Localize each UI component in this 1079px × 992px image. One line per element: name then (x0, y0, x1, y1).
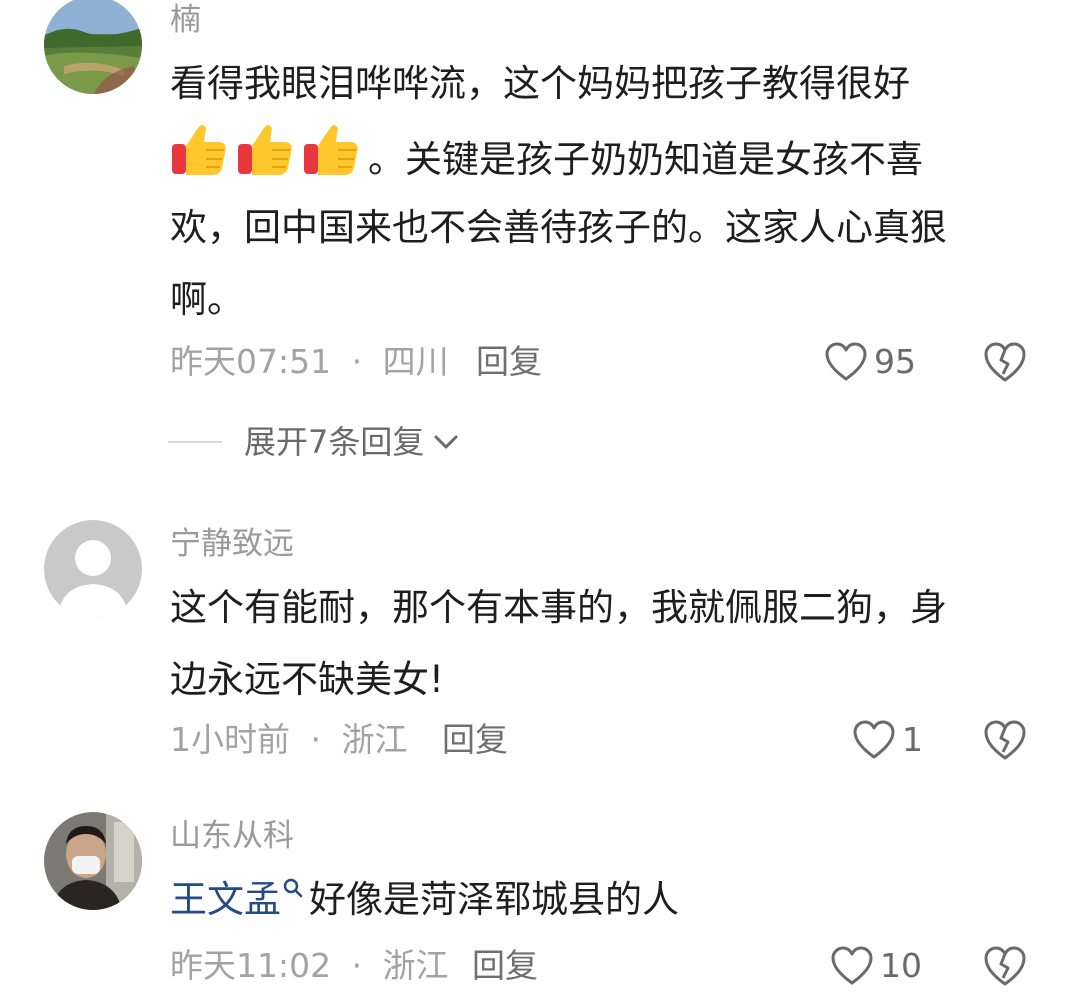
comment-item: 楠 看得我眼泪哗哗流，这个妈妈把孩子教得很好 。关键是孩子奶奶知道是女孩不喜 欢… (0, 0, 1079, 480)
like-button[interactable]: 1 (852, 718, 923, 762)
dislike-button[interactable] (982, 944, 1028, 988)
comment-username[interactable]: 宁静致远 (170, 524, 294, 564)
like-button[interactable]: 95 (824, 340, 916, 384)
comment-item: 宁静致远 这个有能耐，那个有本事的，我就佩服二狗，身 边永远不缺美女! 1小时前… (0, 520, 1079, 790)
avatar[interactable] (44, 812, 142, 910)
comment-time: 1小时前 (170, 720, 290, 759)
thumbs-up-emoji (304, 125, 358, 175)
like-count: 95 (874, 342, 916, 381)
avatar[interactable] (44, 520, 142, 618)
broken-heart-icon (984, 946, 1026, 986)
heart-outline-icon (831, 946, 873, 985)
meta-separator: · (351, 342, 363, 381)
comment-text-line: 欢，回中国来也不会善待孩子的。这家人心真狠 (170, 206, 947, 249)
reply-button[interactable]: 回复 (472, 946, 538, 986)
chevron-down-icon (434, 435, 458, 449)
comment-time: 昨天07:51 (170, 342, 332, 381)
reply-button[interactable]: 回复 (476, 342, 542, 382)
comment-text-line: 看得我眼泪哗哗流，这个妈妈把孩子教得很好 (170, 62, 910, 105)
reply-button[interactable]: 回复 (442, 720, 508, 760)
comment-item: 山东从科 王文孟 好像是菏泽郓城县的人 昨天11:02 · 浙江 回复 10 (0, 812, 1079, 986)
dislike-button[interactable] (982, 718, 1028, 762)
comment-text-line: 啊。 (170, 278, 244, 321)
comment-location: 四川 (382, 342, 449, 381)
heart-outline-icon (853, 720, 895, 759)
comment-username[interactable]: 山东从科 (170, 816, 294, 856)
comment-meta: 昨天07:51 · 四川 回复 (170, 342, 542, 382)
comment-text-fragment: 。关键是孩子奶奶知道是女孩不喜 (368, 138, 923, 181)
comment-text-line: 王文孟 好像是菏泽郓城县的人 (170, 864, 1040, 936)
comment-text-line: 这个有能耐，那个有本事的，我就佩服二狗，身 (170, 586, 947, 629)
search-icon[interactable] (281, 876, 305, 900)
comment-username[interactable]: 楠 (170, 0, 201, 40)
meta-separator: · (351, 946, 363, 985)
like-count: 1 (902, 720, 923, 759)
dislike-button[interactable] (982, 340, 1028, 384)
comment-text-line: 边永远不缺美女! (170, 658, 444, 701)
thumbs-up-emoji (172, 125, 226, 175)
avatar[interactable] (44, 0, 142, 94)
comment-meta: 昨天11:02 · 浙江 回复 (170, 946, 538, 986)
comment-text: 这个有能耐，那个有本事的，我就佩服二狗，身 边永远不缺美女! (170, 572, 1040, 716)
mention-link[interactable]: 王文孟 (170, 878, 281, 921)
divider (168, 441, 222, 443)
comment-time: 昨天11:02 (170, 946, 332, 985)
thumbs-up-emoji (238, 125, 292, 175)
like-button[interactable]: 10 (830, 944, 922, 988)
meta-separator: · (310, 720, 322, 759)
broken-heart-icon (984, 720, 1026, 760)
comment-text: 王文孟 好像是菏泽郓城县的人 (170, 864, 1040, 936)
comment-text-line: 。关键是孩子奶奶知道是女孩不喜 (170, 120, 1040, 192)
comment-meta: 1小时前 · 浙江 回复 (170, 720, 508, 760)
comment-text: 看得我眼泪哗哗流，这个妈妈把孩子教得很好 。关键是孩子奶奶知道是女孩不喜 欢，回… (170, 48, 1040, 336)
like-count: 10 (880, 946, 922, 985)
broken-heart-icon (984, 342, 1026, 382)
comment-location: 浙江 (341, 720, 408, 759)
comment-location: 浙江 (382, 946, 449, 985)
expand-replies-label: 展开7条回复 (244, 423, 425, 461)
comment-text-fragment: 好像是菏泽郓城县的人 (309, 878, 679, 921)
heart-outline-icon (825, 342, 867, 381)
expand-replies-button[interactable]: 展开7条回复 (168, 420, 462, 464)
